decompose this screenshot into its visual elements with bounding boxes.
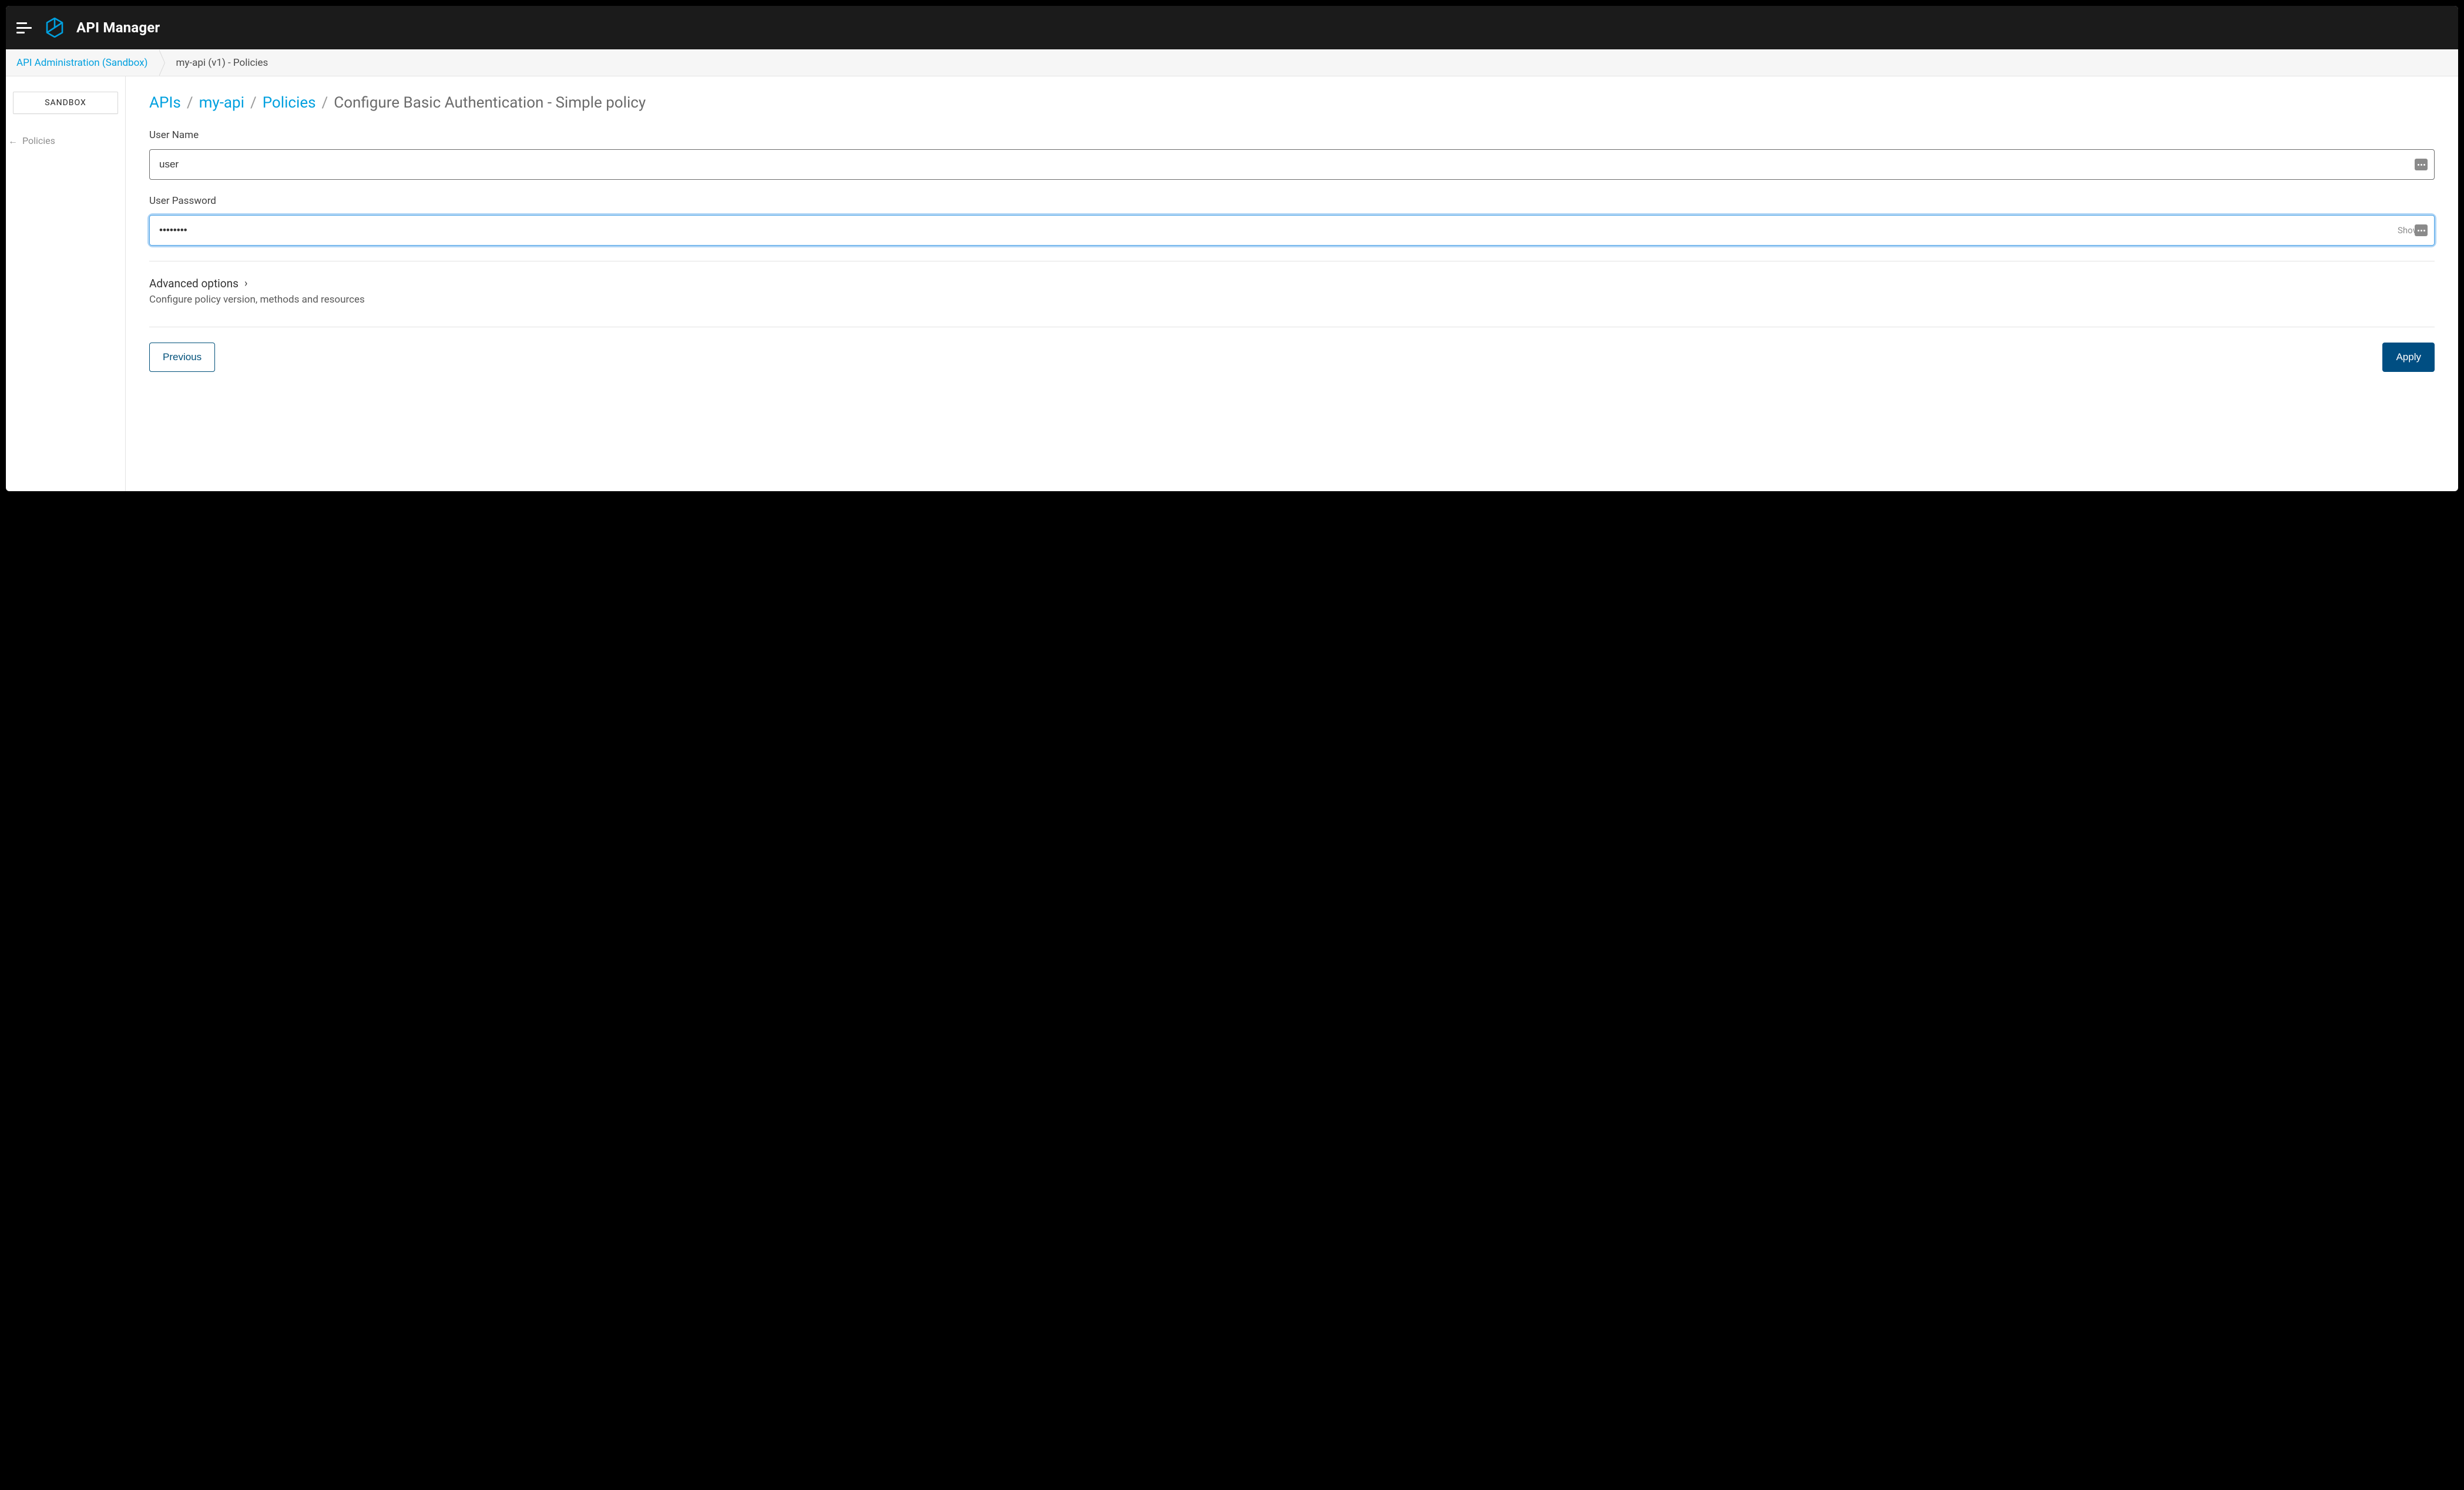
app-title: API Manager: [76, 19, 160, 36]
advanced-options-toggle[interactable]: Advanced options ›: [149, 277, 2435, 290]
password-label: User Password: [149, 195, 2435, 207]
password-input-wrap: Show: [149, 215, 2435, 246]
username-input[interactable]: [149, 149, 2435, 180]
username-label: User Name: [149, 129, 2435, 141]
top-bar: API Manager: [6, 6, 2458, 49]
sidebar-back-policies[interactable]: ← Policies: [6, 132, 125, 150]
environment-chip[interactable]: SANDBOX: [13, 92, 118, 114]
app-window: API Manager API Administration (Sandbox)…: [6, 6, 2458, 491]
crumb-current: Configure Basic Authentication - Simple …: [334, 94, 646, 112]
main-content: APIs / my-api / Policies / Configure Bas…: [126, 76, 2458, 491]
advanced-options-title: Advanced options: [149, 277, 239, 290]
crumb-policies[interactable]: Policies: [263, 94, 316, 112]
page-breadcrumb: APIs / my-api / Policies / Configure Bas…: [149, 94, 2435, 112]
crumb-apis[interactable]: APIs: [149, 94, 181, 112]
breadcrumb-admin-link[interactable]: API Administration (Sandbox): [6, 49, 159, 76]
hamburger-menu-icon[interactable]: [16, 19, 33, 36]
username-options-icon[interactable]: [2415, 159, 2428, 170]
breadcrumb-current: my-api (v1) - Policies: [159, 49, 268, 76]
crumb-sep: /: [250, 94, 257, 112]
crumb-sep: /: [187, 94, 193, 112]
password-options-icon[interactable]: [2415, 224, 2428, 236]
apply-button[interactable]: Apply: [2382, 343, 2435, 372]
crumb-sep: /: [322, 94, 328, 112]
password-show-group: Show: [2398, 224, 2428, 236]
username-input-wrap: [149, 149, 2435, 180]
body: SANDBOX ← Policies APIs / my-api / Polic…: [6, 76, 2458, 491]
password-input[interactable]: [149, 215, 2435, 246]
advanced-options-desc: Configure policy version, methods and re…: [149, 294, 2435, 306]
chevron-right-icon: ›: [244, 277, 247, 290]
button-row: Previous Apply: [149, 343, 2435, 372]
product-logo-icon: [46, 18, 63, 38]
arrow-left-icon: ←: [8, 136, 18, 146]
previous-button[interactable]: Previous: [149, 343, 215, 372]
sidebar: SANDBOX ← Policies: [6, 76, 126, 491]
sidebar-back-label: Policies: [22, 135, 55, 146]
crumb-myapi[interactable]: my-api: [199, 94, 244, 112]
breadcrumb-strip: API Administration (Sandbox) my-api (v1)…: [6, 49, 2458, 76]
